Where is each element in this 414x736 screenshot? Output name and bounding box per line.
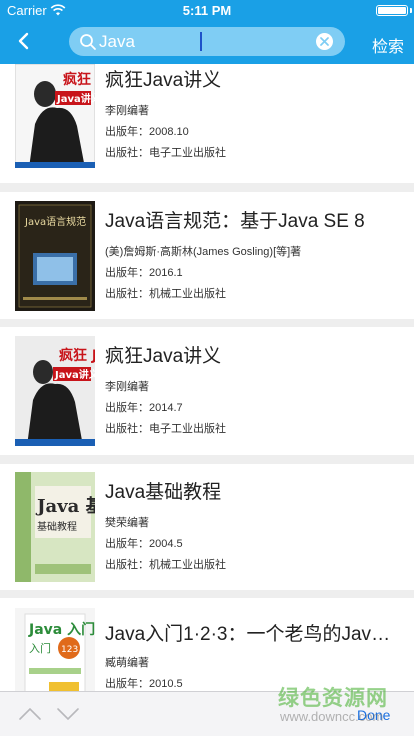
status-time: 5:11 PM (182, 3, 232, 18)
svg-text:Java讲义: Java讲义 (54, 368, 95, 381)
book-publish-year: 出版年：2010.5 (105, 678, 183, 690)
search-icon (80, 34, 96, 50)
cover-title-text: 疯狂 Java讲义 (59, 347, 95, 364)
book-author: 臧萌编著 (105, 657, 149, 669)
book-title: Java语言规范：基于Java SE 8 (105, 211, 365, 232)
chevron-left-icon (18, 32, 29, 50)
cover-title-text: Java 入门 1·2·3 (28, 621, 95, 638)
book-author: 李刚编著 (105, 381, 149, 393)
cover-title-text: Java语言规范 (24, 215, 86, 228)
book-author: (美)詹姆斯·高斯林(James Gosling)[等]著 (105, 246, 302, 258)
book-publish-year: 出版年：2004.5 (105, 538, 183, 550)
chevron-up-icon[interactable] (18, 704, 42, 724)
search-submit-button[interactable]: 检索 (372, 33, 404, 57)
book-title: Java基础教程 (105, 482, 222, 503)
close-icon (320, 37, 329, 46)
book-list-item[interactable]: 疯狂 Java讲义 Java讲义 疯狂Java讲义 李刚编著 出版年：2008.… (0, 64, 414, 183)
svg-text:基础教程: 基础教程 (37, 520, 77, 533)
clear-search-button[interactable] (316, 33, 333, 50)
book-author: 李刚编著 (105, 105, 149, 117)
search-input[interactable] (99, 29, 309, 54)
back-button[interactable] (10, 27, 38, 55)
text-caret (200, 32, 202, 51)
book-cover-image: Java 基础教程 基础教程 (15, 472, 95, 582)
book-publish-year: 出版年：2014.7 (105, 402, 183, 414)
book-cover-image: 疯狂 Java讲义 Java讲义 (15, 336, 95, 446)
book-list-item[interactable]: 疯狂 Java讲义 Java讲义 疯狂Java讲义 李刚编著 出版年：2014.… (0, 327, 414, 455)
done-button[interactable]: Done (357, 707, 390, 723)
svg-text:入门: 入门 (29, 641, 51, 655)
navigation-header: Carrier 5:11 PM 检索 (0, 0, 414, 64)
battery-icon (376, 5, 408, 16)
book-title: 疯狂Java讲义 (105, 70, 222, 91)
svg-text:Java讲义: Java讲义 (56, 92, 95, 105)
book-publisher: 出版社：机械工业出版社 (105, 559, 226, 571)
book-list-item[interactable]: Java语言规范 Java语言规范：基于Java SE 8 (美)詹姆斯·高斯林… (0, 192, 414, 319)
book-author: 樊荣编著 (105, 517, 149, 529)
keyboard-accessory-bar: Done (0, 691, 414, 736)
book-results-list[interactable]: 疯狂 Java讲义 Java讲义 疯狂Java讲义 李刚编著 出版年：2008.… (0, 64, 414, 736)
search-field[interactable] (69, 27, 345, 56)
book-publisher: 出版社：机械工业出版社 (105, 288, 226, 300)
battery-tip (410, 8, 412, 13)
status-bar: Carrier 5:11 PM (0, 0, 414, 20)
book-publisher: 出版社：电子工业出版社 (105, 423, 226, 435)
cover-title-text: 疯狂 Java讲义 (63, 71, 95, 88)
book-list-item[interactable]: Java 基础教程 基础教程 Java基础教程 樊荣编著 出版年：2004.5 … (0, 464, 414, 590)
cover-title-text: Java 基础教程 (35, 495, 95, 517)
svg-text:123: 123 (61, 645, 78, 655)
book-cover-image: 疯狂 Java讲义 Java讲义 (15, 64, 95, 168)
book-publish-year: 出版年：2016.1 (105, 267, 183, 279)
book-publisher: 出版社：电子工业出版社 (105, 147, 226, 159)
book-title: Java入门1·2·3：一个老鸟的Java学习心得 (105, 624, 395, 645)
book-publish-year: 出版年：2008.10 (105, 126, 189, 138)
book-cover-image: Java语言规范 (15, 201, 95, 311)
book-title: 疯狂Java讲义 (105, 346, 222, 367)
chevron-down-icon[interactable] (56, 704, 80, 724)
